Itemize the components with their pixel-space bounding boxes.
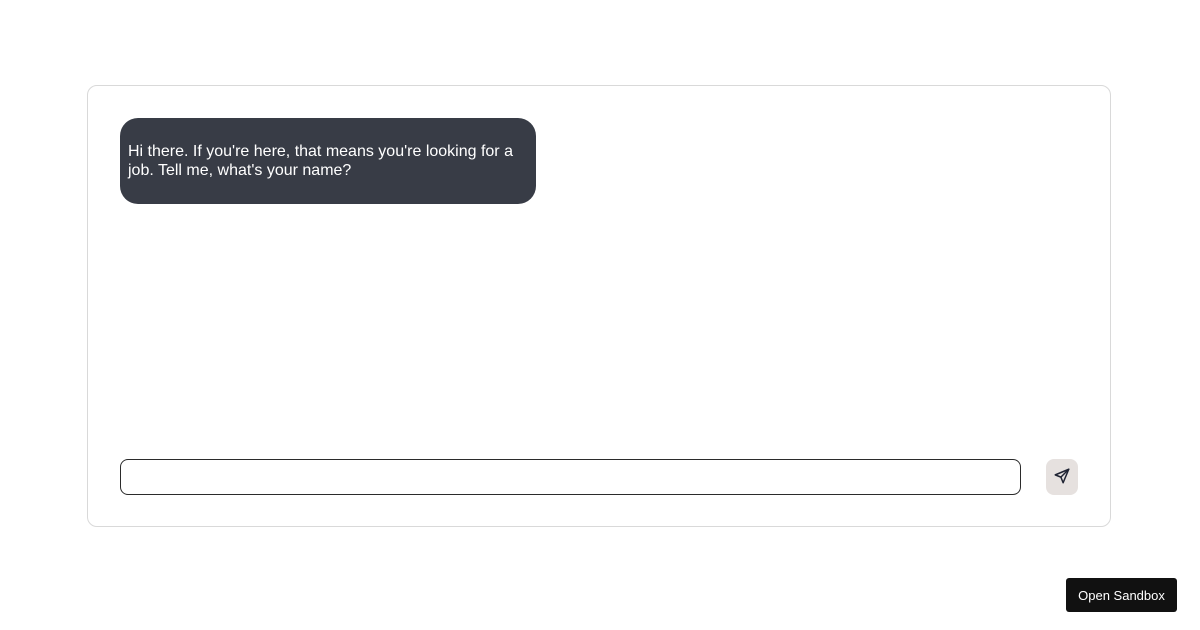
send-paper-plane-icon (1053, 467, 1071, 488)
assistant-message-bubble: Hi there. If you're here, that means you… (120, 118, 536, 204)
page: Hi there. If you're here, that means you… (0, 0, 1200, 630)
chat-window: Hi there. If you're here, that means you… (87, 85, 1111, 527)
open-sandbox-button[interactable]: Open Sandbox (1066, 578, 1177, 612)
message-list: Hi there. If you're here, that means you… (120, 118, 1078, 438)
send-button[interactable] (1046, 459, 1078, 495)
composer (120, 459, 1078, 497)
message-input[interactable] (120, 459, 1021, 495)
